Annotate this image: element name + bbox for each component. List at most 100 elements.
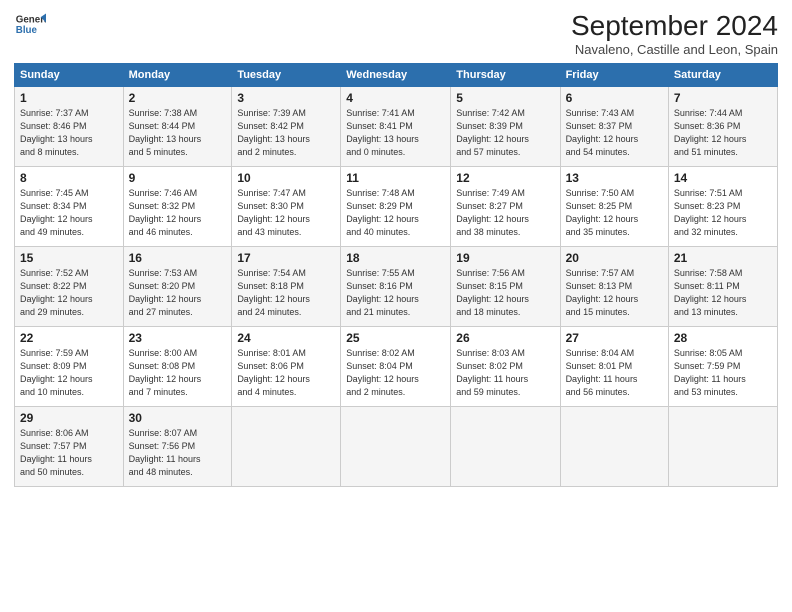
calendar-cell: 16 Sunrise: 7:53 AMSunset: 8:20 PMDayligh… (123, 247, 232, 327)
calendar-cell: 23Sunrise: 8:00 AMSunset: 8:08 PMDayligh… (123, 327, 232, 407)
calendar-cell: 11 Sunrise: 7:48 AMSunset: 8:29 PMDayligh… (341, 167, 451, 247)
day-number: 18 (346, 251, 445, 265)
day-info: Sunrise: 7:55 AMSunset: 8:16 PMDaylight:… (346, 268, 419, 317)
calendar-cell: 12 Sunrise: 7:49 AMSunset: 8:27 PMDayligh… (451, 167, 560, 247)
day-info: Sunrise: 7:58 AMSunset: 8:11 PMDaylight:… (674, 268, 747, 317)
day-number: 1 (20, 91, 118, 105)
day-info: Sunrise: 7:39 AMSunset: 8:42 PMDaylight:… (237, 108, 310, 157)
calendar-cell: 22Sunrise: 7:59 AMSunset: 8:09 PMDayligh… (15, 327, 124, 407)
calendar-cell (560, 407, 668, 487)
day-info: Sunrise: 7:56 AMSunset: 8:15 PMDaylight:… (456, 268, 529, 317)
day-number: 7 (674, 91, 772, 105)
day-info: Sunrise: 8:03 AMSunset: 8:02 PMDaylight:… (456, 348, 528, 397)
day-info: Sunrise: 7:46 AMSunset: 8:32 PMDaylight:… (129, 188, 202, 237)
day-number: 29 (20, 411, 118, 425)
calendar-cell (668, 407, 777, 487)
day-info: Sunrise: 7:45 AMSunset: 8:34 PMDaylight:… (20, 188, 93, 237)
day-info: Sunrise: 8:00 AMSunset: 8:08 PMDaylight:… (129, 348, 202, 397)
calendar-week-row: 22Sunrise: 7:59 AMSunset: 8:09 PMDayligh… (15, 327, 778, 407)
day-info: Sunrise: 7:47 AMSunset: 8:30 PMDaylight:… (237, 188, 310, 237)
header-sunday: Sunday (15, 64, 124, 87)
day-number: 9 (129, 171, 227, 185)
day-info: Sunrise: 7:52 AMSunset: 8:22 PMDaylight:… (20, 268, 93, 317)
day-number: 15 (20, 251, 118, 265)
day-number: 24 (237, 331, 335, 345)
calendar-header-row: Sunday Monday Tuesday Wednesday Thursday… (15, 64, 778, 87)
day-number: 19 (456, 251, 554, 265)
page-title: September 2024 (571, 10, 778, 42)
calendar-cell: 1 Sunrise: 7:37 AMSunset: 8:46 PMDaylight… (15, 87, 124, 167)
page-container: General Blue September 2024 Navaleno, Ca… (0, 0, 792, 497)
day-info: Sunrise: 7:53 AMSunset: 8:20 PMDaylight:… (129, 268, 202, 317)
calendar-week-row: 15 Sunrise: 7:52 AMSunset: 8:22 PMDayligh… (15, 247, 778, 327)
calendar-table: Sunday Monday Tuesday Wednesday Thursday… (14, 63, 778, 487)
logo: General Blue (14, 10, 46, 42)
day-number: 17 (237, 251, 335, 265)
calendar-cell: 26 Sunrise: 8:03 AMSunset: 8:02 PMDayligh… (451, 327, 560, 407)
day-number: 8 (20, 171, 118, 185)
calendar-cell: 24 Sunrise: 8:01 AMSunset: 8:06 PMDayligh… (232, 327, 341, 407)
day-number: 16 (129, 251, 227, 265)
day-number: 27 (566, 331, 663, 345)
calendar-cell: 13Sunrise: 7:50 AMSunset: 8:25 PMDayligh… (560, 167, 668, 247)
day-info: Sunrise: 7:42 AMSunset: 8:39 PMDaylight:… (456, 108, 529, 157)
day-number: 3 (237, 91, 335, 105)
calendar-cell: 21 Sunrise: 7:58 AMSunset: 8:11 PMDayligh… (668, 247, 777, 327)
day-info: Sunrise: 8:05 AMSunset: 7:59 PMDaylight:… (674, 348, 746, 397)
calendar-cell: 8 Sunrise: 7:45 AMSunset: 8:34 PMDaylight… (15, 167, 124, 247)
header-wednesday: Wednesday (341, 64, 451, 87)
svg-text:Blue: Blue (16, 25, 38, 36)
calendar-cell: 9 Sunrise: 7:46 AMSunset: 8:32 PMDaylight… (123, 167, 232, 247)
calendar-cell: 25Sunrise: 8:02 AMSunset: 8:04 PMDayligh… (341, 327, 451, 407)
calendar-week-row: 29 Sunrise: 8:06 AMSunset: 7:57 PMDayligh… (15, 407, 778, 487)
day-number: 21 (674, 251, 772, 265)
day-info: Sunrise: 7:50 AMSunset: 8:25 PMDaylight:… (566, 188, 639, 237)
calendar-week-row: 8 Sunrise: 7:45 AMSunset: 8:34 PMDaylight… (15, 167, 778, 247)
day-info: Sunrise: 8:06 AMSunset: 7:57 PMDaylight:… (20, 428, 92, 477)
day-info: Sunrise: 8:01 AMSunset: 8:06 PMDaylight:… (237, 348, 310, 397)
day-info: Sunrise: 7:44 AMSunset: 8:36 PMDaylight:… (674, 108, 747, 157)
calendar-cell: 27Sunrise: 8:04 AMSunset: 8:01 PMDayligh… (560, 327, 668, 407)
day-number: 2 (129, 91, 227, 105)
day-info: Sunrise: 7:59 AMSunset: 8:09 PMDaylight:… (20, 348, 93, 397)
header-thursday: Thursday (451, 64, 560, 87)
calendar-cell: 17 Sunrise: 7:54 AMSunset: 8:18 PMDayligh… (232, 247, 341, 327)
header-monday: Monday (123, 64, 232, 87)
calendar-cell: 14Sunrise: 7:51 AMSunset: 8:23 PMDayligh… (668, 167, 777, 247)
day-info: Sunrise: 7:38 AMSunset: 8:44 PMDaylight:… (129, 108, 202, 157)
calendar-cell: 15 Sunrise: 7:52 AMSunset: 8:22 PMDayligh… (15, 247, 124, 327)
header: General Blue September 2024 Navaleno, Ca… (14, 10, 778, 57)
page-subtitle: Navaleno, Castille and Leon, Spain (571, 42, 778, 57)
day-number: 20 (566, 251, 663, 265)
header-friday: Friday (560, 64, 668, 87)
day-number: 25 (346, 331, 445, 345)
day-info: Sunrise: 7:48 AMSunset: 8:29 PMDaylight:… (346, 188, 419, 237)
day-number: 28 (674, 331, 772, 345)
calendar-cell: 5 Sunrise: 7:42 AMSunset: 8:39 PMDaylight… (451, 87, 560, 167)
header-tuesday: Tuesday (232, 64, 341, 87)
day-number: 10 (237, 171, 335, 185)
svg-text:General: General (16, 14, 46, 25)
title-block: September 2024 Navaleno, Castille and Le… (571, 10, 778, 57)
day-number: 6 (566, 91, 663, 105)
calendar-cell: 19 Sunrise: 7:56 AMSunset: 8:15 PMDayligh… (451, 247, 560, 327)
day-number: 30 (129, 411, 227, 425)
calendar-cell (232, 407, 341, 487)
calendar-cell: 7 Sunrise: 7:44 AMSunset: 8:36 PMDaylight… (668, 87, 777, 167)
day-number: 4 (346, 91, 445, 105)
calendar-week-row: 1 Sunrise: 7:37 AMSunset: 8:46 PMDaylight… (15, 87, 778, 167)
day-info: Sunrise: 7:49 AMSunset: 8:27 PMDaylight:… (456, 188, 529, 237)
day-number: 5 (456, 91, 554, 105)
calendar-cell: 3 Sunrise: 7:39 AMSunset: 8:42 PMDaylight… (232, 87, 341, 167)
calendar-cell: 29 Sunrise: 8:06 AMSunset: 7:57 PMDayligh… (15, 407, 124, 487)
header-saturday: Saturday (668, 64, 777, 87)
day-info: Sunrise: 7:37 AMSunset: 8:46 PMDaylight:… (20, 108, 93, 157)
day-info: Sunrise: 8:07 AMSunset: 7:56 PMDaylight:… (129, 428, 201, 477)
calendar-cell: 18 Sunrise: 7:55 AMSunset: 8:16 PMDayligh… (341, 247, 451, 327)
calendar-cell: 4Sunrise: 7:41 AMSunset: 8:41 PMDaylight… (341, 87, 451, 167)
day-number: 12 (456, 171, 554, 185)
calendar-cell: 6Sunrise: 7:43 AMSunset: 8:37 PMDaylight… (560, 87, 668, 167)
day-info: Sunrise: 7:54 AMSunset: 8:18 PMDaylight:… (237, 268, 310, 317)
day-number: 26 (456, 331, 554, 345)
day-number: 11 (346, 171, 445, 185)
